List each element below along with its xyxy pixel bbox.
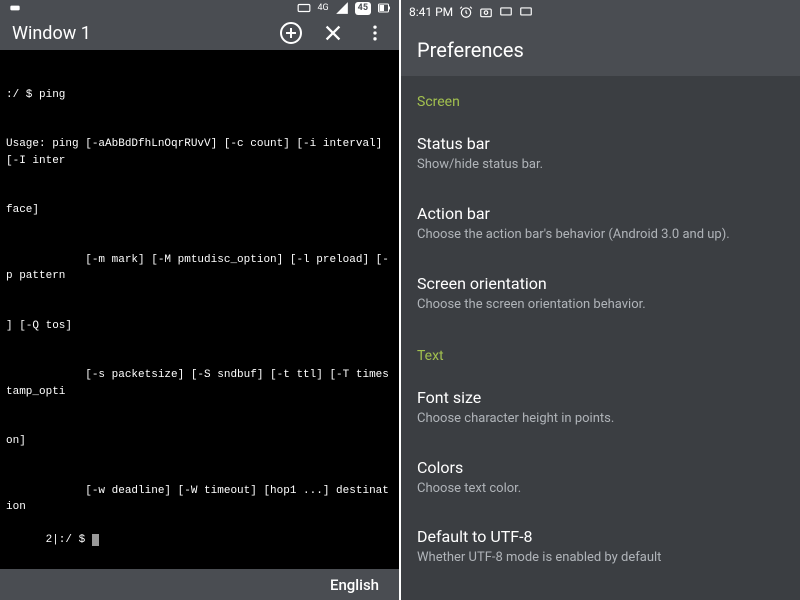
section-header-screen: Screen <box>401 76 800 120</box>
page-title: Preferences <box>417 38 524 62</box>
terminal-line: :/ $ ping <box>6 87 393 104</box>
close-button[interactable] <box>321 21 345 45</box>
pref-subtitle: Choose the screen orientation behavior. <box>417 297 784 314</box>
pref-action-bar[interactable]: Action bar Choose the action bar's behav… <box>401 190 800 260</box>
overflow-menu-button[interactable] <box>363 21 387 45</box>
camera-icon <box>479 5 493 19</box>
notification-icon <box>8 1 22 15</box>
pref-subtitle: Choose the action bar's behavior (Androi… <box>417 227 784 244</box>
signal-icon <box>335 1 349 15</box>
pref-title: Action bar <box>417 204 784 223</box>
terminal-line: [-w deadline] [-W timeout] [hop1 ...] de… <box>6 483 393 516</box>
terminal-line: face] <box>6 202 393 219</box>
pref-subtitle: Whether UTF-8 mode is enabled by default <box>417 550 784 567</box>
preferences-screen: 8:41 PM Preferences Screen <box>401 0 800 600</box>
pref-font-size[interactable]: Font size Choose character height in poi… <box>401 374 800 444</box>
battery-indicator: 45 <box>355 2 371 15</box>
add-window-button[interactable] <box>279 21 303 45</box>
pref-status-bar[interactable]: Status bar Show/hide status bar. <box>401 120 800 190</box>
volte-icon <box>297 1 311 15</box>
cursor-icon <box>92 534 99 546</box>
network-type: 4G <box>317 3 328 13</box>
pref-default-utf8[interactable]: Default to UTF-8 Whether UTF-8 mode is e… <box>401 513 800 583</box>
terminal-line: [-m mark] [-M pmtudisc_option] [-l prelo… <box>6 252 393 285</box>
section-header-text: Text <box>401 330 800 374</box>
app-bar: Window 1 <box>0 17 399 50</box>
status-time: 8:41 PM <box>409 5 453 19</box>
battery-icon <box>377 1 391 15</box>
ime-bar[interactable]: English <box>0 569 399 600</box>
pref-screen-orientation[interactable]: Screen orientation Choose the screen ori… <box>401 260 800 330</box>
preferences-list[interactable]: Screen Status bar Show/hide status bar. … <box>401 76 800 600</box>
pref-subtitle: Choose text color. <box>417 481 784 498</box>
pref-title: Colors <box>417 458 784 477</box>
screen-icon <box>499 5 513 19</box>
status-bar-left: 4G 45 <box>0 0 399 17</box>
pref-title: Default to UTF-8 <box>417 527 784 546</box>
terminal-prompt: 2|:/ $ <box>46 534 99 546</box>
preferences-title-bar: Preferences <box>401 24 800 76</box>
pref-subtitle: Choose character height in points. <box>417 411 784 428</box>
pref-subtitle: Show/hide status bar. <box>417 157 784 174</box>
terminal-line: [-s packetsize] [-S sndbuf] [-t ttl] [-T… <box>6 367 393 400</box>
terminal-output[interactable]: :/ $ ping Usage: ping [-aAbBdDfhLnOqrRUv… <box>0 50 399 570</box>
pref-colors[interactable]: Colors Choose text color. <box>401 444 800 514</box>
ime-language-label: English <box>330 576 379 594</box>
status-bar-right: 8:41 PM <box>401 0 800 24</box>
device-icon <box>519 5 533 19</box>
terminal-line: ] [-Q tos] <box>6 318 393 335</box>
alarm-icon <box>459 5 473 19</box>
pref-title: Status bar <box>417 134 784 153</box>
pref-title: Font size <box>417 388 784 407</box>
window-title: Window 1 <box>12 23 279 44</box>
terminal-screen: 4G 45 Window 1 <box>0 0 401 600</box>
pref-title: Screen orientation <box>417 274 784 293</box>
terminal-line: on] <box>6 433 393 450</box>
terminal-line: Usage: ping [-aAbBdDfhLnOqrRUvV] [-c cou… <box>6 136 393 169</box>
